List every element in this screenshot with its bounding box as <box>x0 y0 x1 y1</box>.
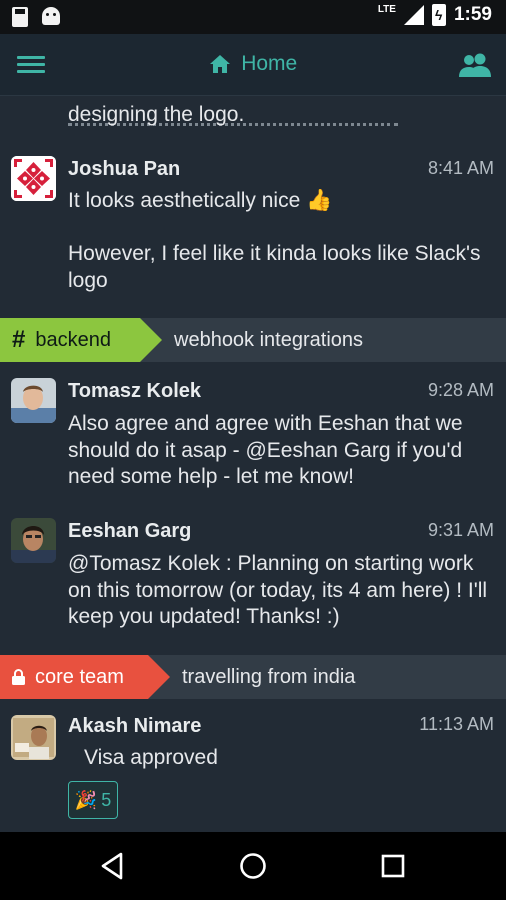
stream-name: backend <box>35 328 111 351</box>
android-icon <box>42 7 60 25</box>
message-feed[interactable]: designing the logo. Joshua Pan 8:41 AM I… <box>0 96 506 832</box>
topic-name[interactable]: webhook integrations <box>174 329 363 352</box>
stream-name: core team <box>35 665 124 688</box>
message-text: designing the logo. <box>68 103 245 126</box>
stream-header-backend[interactable]: # backend webhook integrations <box>0 318 506 362</box>
timestamp: 11:13 AM <box>419 714 494 734</box>
clock: 1:59 <box>453 4 492 25</box>
message-text: @Tomasz Kolek : Planning on starting wor… <box>68 552 488 628</box>
back-icon[interactable] <box>97 850 129 882</box>
hash-icon: # <box>12 326 26 353</box>
party-popper-icon: 🎉 <box>74 789 98 810</box>
timestamp: 9:28 AM <box>427 380 494 400</box>
message-text: Also agree and agree with Eeshan that we… <box>68 412 463 488</box>
timestamp: 8:41 AM <box>427 158 494 178</box>
avatar[interactable] <box>11 156 56 201</box>
avatar[interactable] <box>11 378 56 423</box>
avatar[interactable] <box>11 715 56 760</box>
system-nav-bar <box>0 832 506 900</box>
timestamp: 9:31 AM <box>427 520 494 540</box>
sender-name[interactable]: Tomasz Kolek <box>68 380 201 403</box>
stream-tag[interactable]: # backend <box>0 318 162 362</box>
lock-icon <box>12 669 25 685</box>
stream-header-core-team[interactable]: core team travelling from india <box>0 655 506 699</box>
signal-icon <box>403 5 424 25</box>
page-title-group[interactable]: Home <box>0 52 506 76</box>
people-icon[interactable] <box>458 52 492 78</box>
status-bar: LTE 1:59 <box>0 0 506 34</box>
sender-name[interactable]: Akash Nimare <box>68 715 201 738</box>
sd-card-icon <box>12 7 28 27</box>
sender-name[interactable]: Joshua Pan <box>68 158 180 181</box>
message-text: Visa approved <box>84 746 218 769</box>
message-text: It looks aesthetically nice 👍 However, I… <box>68 189 481 292</box>
page-title: Home <box>241 52 298 75</box>
topic-name[interactable]: travelling from india <box>182 666 355 689</box>
reaction-button[interactable]: 🎉 5 <box>68 781 118 819</box>
stream-tag[interactable]: core team <box>0 655 170 699</box>
network-label: LTE <box>377 3 396 15</box>
sender-name[interactable]: Eeshan Garg <box>68 520 191 543</box>
avatar[interactable] <box>11 518 56 563</box>
reaction-count: 5 <box>101 789 112 810</box>
battery-charging-icon <box>431 4 446 26</box>
recents-icon[interactable] <box>377 850 409 882</box>
home-nav-icon[interactable] <box>237 850 269 882</box>
app-bar: Home <box>0 34 506 96</box>
home-icon <box>209 55 230 73</box>
